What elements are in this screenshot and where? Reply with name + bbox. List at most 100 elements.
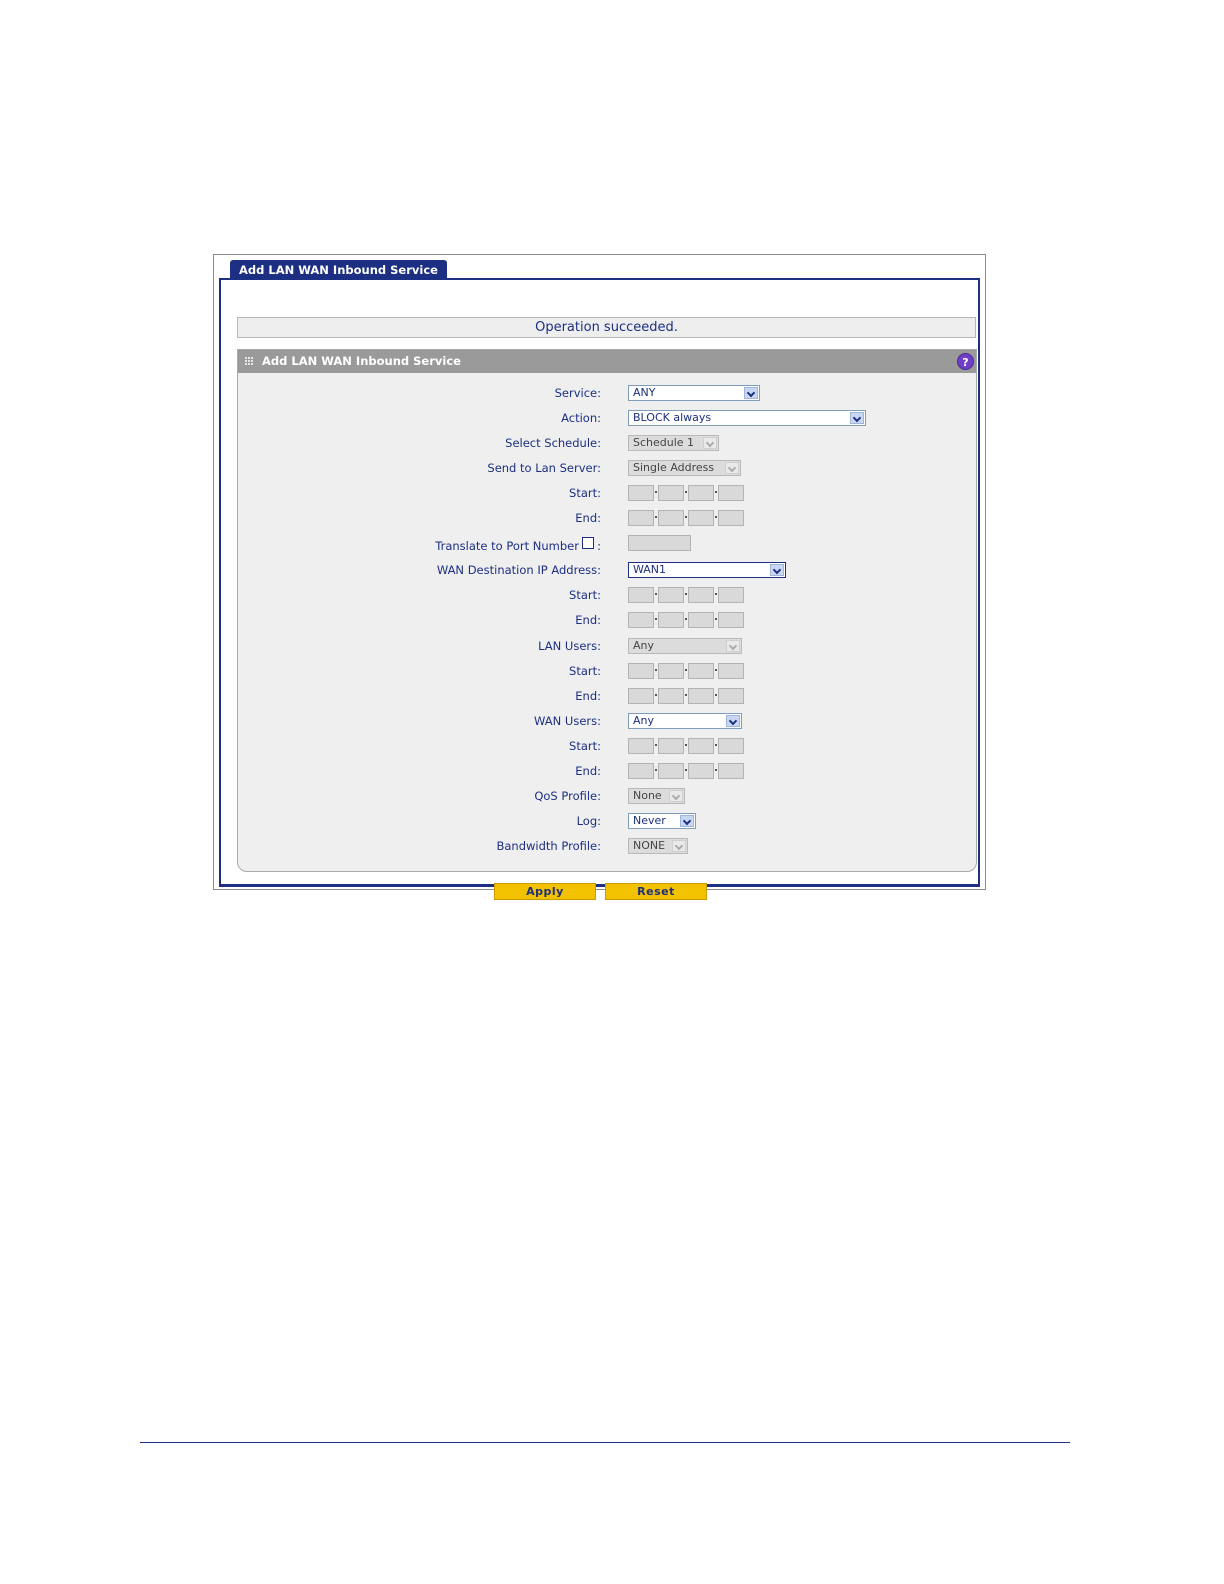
translate-port-checkbox[interactable] <box>582 537 594 549</box>
chevron-down-icon <box>680 815 694 827</box>
schedule-select: Schedule 1 <box>628 435 719 451</box>
wan-dest-start-ip <box>628 587 746 603</box>
ip-octet <box>628 510 654 526</box>
chevron-down-icon <box>770 564 784 576</box>
ip-octet <box>658 612 684 628</box>
lan-users-label: LAN Users: <box>538 639 601 653</box>
chevron-down-icon <box>726 640 740 652</box>
qos-profile-value: None <box>633 789 662 802</box>
translate-port-colon: : <box>597 539 601 553</box>
ip-octet <box>688 688 714 704</box>
lan-users-start-label: Start: <box>569 664 601 678</box>
action-value: BLOCK always <box>633 411 712 424</box>
screenshot-window: Add LAN WAN Inbound Service Operation su… <box>213 254 986 900</box>
lan-users-end-ip <box>628 688 746 704</box>
ip-octet <box>718 663 744 679</box>
panel-header: Add LAN WAN Inbound Service ? <box>238 350 976 373</box>
ip-octet <box>688 612 714 628</box>
grip-icon <box>245 357 253 365</box>
send-to-lan-server-label: Send to Lan Server: <box>487 461 601 475</box>
service-select[interactable]: ANY <box>628 385 760 401</box>
ip-octet <box>628 587 654 603</box>
form-panel: Add LAN WAN Inbound Service ? Service: A… <box>237 349 977 872</box>
apply-button[interactable]: Apply <box>494 883 596 900</box>
ip-octet <box>688 763 714 779</box>
lan-server-end-label: End: <box>575 511 601 525</box>
schedule-value: Schedule 1 <box>633 436 695 449</box>
ip-octet <box>628 738 654 754</box>
lan-server-select: Single Address <box>628 460 741 476</box>
log-label: Log: <box>576 814 601 828</box>
wan-dest-end-ip <box>628 612 746 628</box>
lan-server-value: Single Address <box>633 461 715 474</box>
bandwidth-profile-label: Bandwidth Profile: <box>496 839 601 853</box>
ip-octet <box>658 510 684 526</box>
service-value: ANY <box>633 386 656 399</box>
ip-octet <box>718 738 744 754</box>
wan-dest-end-label: End: <box>575 613 601 627</box>
log-value: Never <box>633 814 666 827</box>
wan-users-label: WAN Users: <box>534 714 601 728</box>
action-select[interactable]: BLOCK always <box>628 410 866 426</box>
ip-octet <box>718 612 744 628</box>
wan-destination-select[interactable]: WAN1 <box>628 562 786 578</box>
service-label: Service: <box>554 386 601 400</box>
ip-octet <box>718 688 744 704</box>
ip-octet <box>658 587 684 603</box>
wan-users-start-ip <box>628 738 746 754</box>
ip-octet <box>628 688 654 704</box>
tab-add-lan-wan-inbound-service[interactable]: Add LAN WAN Inbound Service <box>230 260 447 280</box>
page-footer-rule <box>140 1442 1070 1443</box>
ip-octet <box>658 663 684 679</box>
ip-octet <box>718 510 744 526</box>
action-label: Action: <box>561 411 601 425</box>
ip-octet <box>688 510 714 526</box>
ip-octet <box>688 663 714 679</box>
ip-octet <box>628 485 654 501</box>
log-select[interactable]: Never <box>628 813 696 829</box>
chevron-down-icon <box>703 437 717 449</box>
ip-octet <box>658 738 684 754</box>
translate-port-label: Translate to Port Number <box>435 539 579 553</box>
panel-title: Add LAN WAN Inbound Service <box>262 354 461 368</box>
wan-users-end-label: End: <box>575 764 601 778</box>
ip-octet <box>628 612 654 628</box>
wan-dest-start-label: Start: <box>569 588 601 602</box>
ip-octet <box>718 587 744 603</box>
chevron-down-icon <box>669 790 683 802</box>
ip-octet <box>718 763 744 779</box>
ip-octet <box>628 663 654 679</box>
bandwidth-profile-value: NONE <box>633 839 666 852</box>
chevron-down-icon <box>744 387 758 399</box>
chevron-down-icon <box>725 462 739 474</box>
ip-octet <box>658 688 684 704</box>
wan-users-end-ip <box>628 763 746 779</box>
select-schedule-label: Select Schedule: <box>505 436 601 450</box>
qos-profile-select: None <box>628 788 685 804</box>
wan-users-value: Any <box>633 714 655 727</box>
ip-octet <box>658 763 684 779</box>
lan-users-start-ip <box>628 663 746 679</box>
lan-server-start-ip <box>628 485 746 501</box>
ip-octet <box>718 485 744 501</box>
status-message: Operation succeeded. <box>237 317 976 338</box>
ip-octet <box>688 485 714 501</box>
lan-users-value: Any <box>633 639 655 652</box>
reset-button[interactable]: Reset <box>605 883 707 900</box>
ip-octet <box>688 587 714 603</box>
chevron-down-icon <box>726 715 740 727</box>
bandwidth-profile-select: NONE <box>628 838 688 854</box>
lan-users-end-label: End: <box>575 689 601 703</box>
wan-destination-ip-label: WAN Destination IP Address: <box>436 563 601 577</box>
wan-users-select[interactable]: Any <box>628 713 742 729</box>
ip-octet <box>628 763 654 779</box>
ip-octet <box>658 485 684 501</box>
ip-octet <box>688 738 714 754</box>
help-icon[interactable]: ? <box>957 353 974 370</box>
qos-profile-label: QoS Profile: <box>534 789 601 803</box>
wan-destination-value: WAN1 <box>633 563 667 576</box>
lan-users-select: Any <box>628 638 742 654</box>
wan-users-start-label: Start: <box>569 739 601 753</box>
chevron-down-icon <box>672 840 686 852</box>
content-frame: Operation succeeded. Add LAN WAN Inbound… <box>219 278 980 900</box>
